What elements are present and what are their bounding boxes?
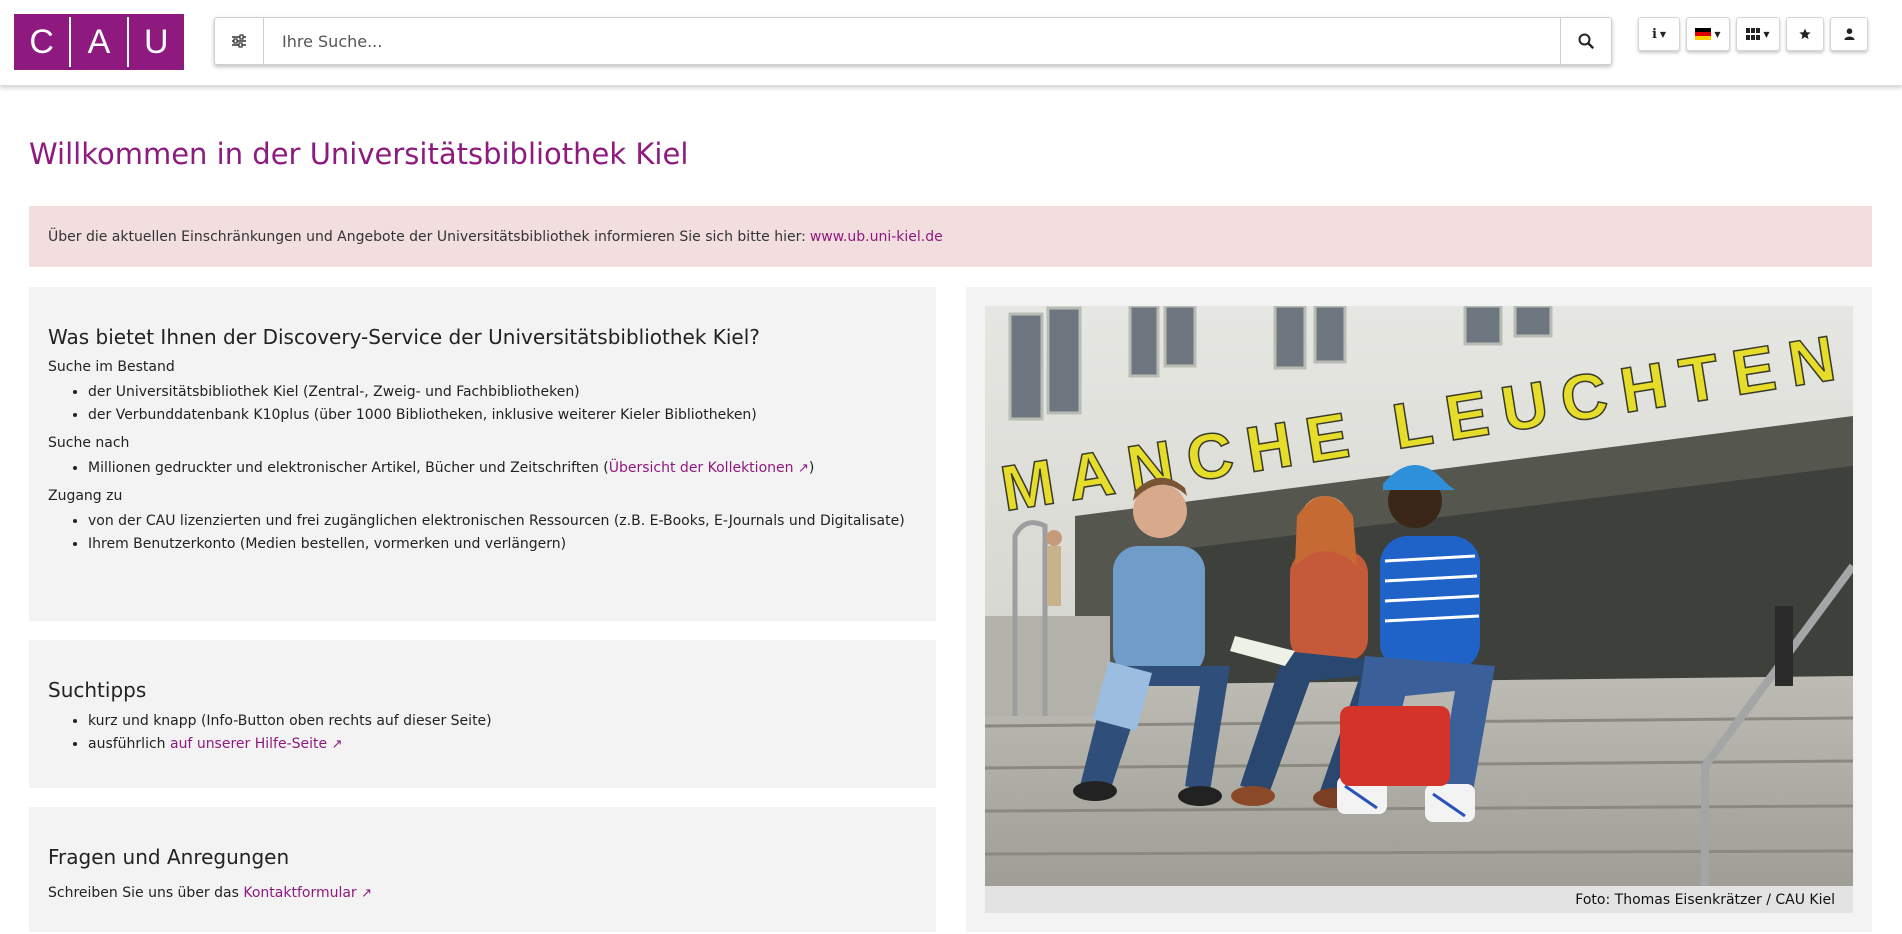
- page-title: Willkommen in der Universitätsbibliothek…: [29, 137, 689, 171]
- photo-caption: Foto: Thomas Eisenkrätzer / CAU Kiel: [985, 886, 1853, 913]
- photo-panel: MANCHE LEUCHTEN Foto: Thomas Eisenkrätze…: [966, 287, 1872, 932]
- notice-link[interactable]: www.ub.uni-kiel.de: [810, 229, 943, 245]
- flag-de-icon: [1695, 28, 1712, 40]
- list-item-text: ): [808, 460, 815, 476]
- list-item: Ihrem Benutzerkonto (Medien bestellen, v…: [88, 535, 917, 554]
- search-tips-panel: Suchtipps kurz und knapp (Info-Button ob…: [29, 640, 936, 788]
- discovery-heading: Was bietet Ihnen der Discovery-Service d…: [48, 325, 760, 349]
- photo-illustration: MANCHE LEUCHTEN: [985, 306, 1853, 886]
- search-icon: [1578, 33, 1594, 49]
- logo-letter: C: [29, 22, 54, 61]
- external-link-icon: ↗: [361, 886, 373, 901]
- notice-text: Über die aktuellen Einschränkungen und A…: [48, 228, 806, 245]
- discovery-info-panel: Was bietet Ihnen der Discovery-Service d…: [29, 287, 936, 621]
- feedback-text-prefix: Schreiben Sie uns über das: [48, 885, 244, 901]
- filter-icon: [232, 34, 246, 48]
- list-item-text: ausführlich: [88, 736, 170, 752]
- logo-letter: U: [144, 22, 169, 61]
- logo-divider: [69, 17, 72, 67]
- help-page-link[interactable]: auf unserer Hilfe-Seite ↗: [170, 736, 343, 752]
- chevron-down-icon: ▼: [1659, 29, 1667, 39]
- user-account-button[interactable]: [1830, 17, 1868, 51]
- external-link-icon: ↗: [331, 737, 343, 752]
- feedback-heading: Fragen und Anregungen: [48, 845, 290, 869]
- search-input[interactable]: [264, 18, 1560, 64]
- list-item-text: Millionen gedruckter und elektronischer …: [88, 460, 609, 476]
- search-button[interactable]: [1560, 18, 1611, 64]
- bullet-list: Millionen gedruckter und elektronischer …: [48, 459, 917, 478]
- star-icon: [1799, 28, 1811, 40]
- search-bar: [214, 17, 1612, 65]
- search-tips-heading: Suchtipps: [48, 678, 147, 702]
- link-text: Übersicht der Kollektionen: [608, 460, 794, 476]
- favorites-button[interactable]: [1786, 17, 1824, 51]
- feedback-panel: Fragen und Anregungen Schreiben Sie uns …: [29, 807, 936, 932]
- info-icon: i: [1651, 26, 1657, 42]
- apps-icon: [1746, 28, 1761, 40]
- bullet-list: von der CAU lizenzierten und frei zugäng…: [48, 512, 917, 554]
- external-link-icon: ↗: [797, 461, 809, 476]
- chevron-down-icon: ▼: [1763, 29, 1770, 39]
- list-item: von der CAU lizenzierten und frei zugäng…: [88, 512, 917, 531]
- list-item: der Universitätsbibliothek Kiel (Zentral…: [88, 383, 917, 402]
- link-text: auf unserer Hilfe-Seite: [169, 736, 328, 752]
- search-options-button[interactable]: [215, 18, 264, 64]
- list-item: Millionen gedruckter und elektronischer …: [88, 459, 917, 478]
- list-item: kurz und knapp (Info-Button oben rechts …: [88, 712, 917, 731]
- bullet-list: kurz und knapp (Info-Button oben rechts …: [48, 712, 917, 754]
- feedback-text: Schreiben Sie uns über das Kontaktformul…: [48, 885, 917, 901]
- logo-letter: A: [87, 22, 111, 61]
- flag-stripe: [1695, 36, 1712, 40]
- logo-divider: [126, 17, 129, 67]
- section-label: Suche im Bestand: [48, 359, 175, 375]
- info-dropdown-button[interactable]: i ▼: [1638, 17, 1680, 51]
- section-label: Zugang zu: [48, 488, 123, 504]
- chevron-down-icon: ▼: [1714, 29, 1721, 39]
- library-photo: MANCHE LEUCHTEN: [985, 306, 1853, 886]
- bullet-list: der Universitätsbibliothek Kiel (Zentral…: [48, 383, 917, 425]
- language-dropdown-button[interactable]: ▼: [1686, 17, 1730, 51]
- notice-banner: Über die aktuellen Einschränkungen und A…: [29, 206, 1872, 267]
- section-label: Suche nach: [48, 435, 130, 451]
- apps-dropdown-button[interactable]: ▼: [1736, 17, 1780, 51]
- list-item: der Verbunddatenbank K10plus (über 1000 …: [88, 406, 917, 425]
- contact-form-link[interactable]: Kontaktformular ↗: [243, 885, 372, 901]
- cau-logo[interactable]: C A U: [14, 14, 184, 70]
- top-navbar: C A U i ▼: [0, 0, 1902, 86]
- collections-overview-link[interactable]: Übersicht der Kollektionen ↗: [609, 460, 809, 476]
- user-icon: [1844, 28, 1854, 40]
- link-text: Kontaktformular: [243, 885, 357, 901]
- header-toolbar: i ▼ ▼ ▼: [1638, 17, 1868, 51]
- list-item: ausführlich auf unserer Hilfe-Seite ↗: [88, 735, 917, 754]
